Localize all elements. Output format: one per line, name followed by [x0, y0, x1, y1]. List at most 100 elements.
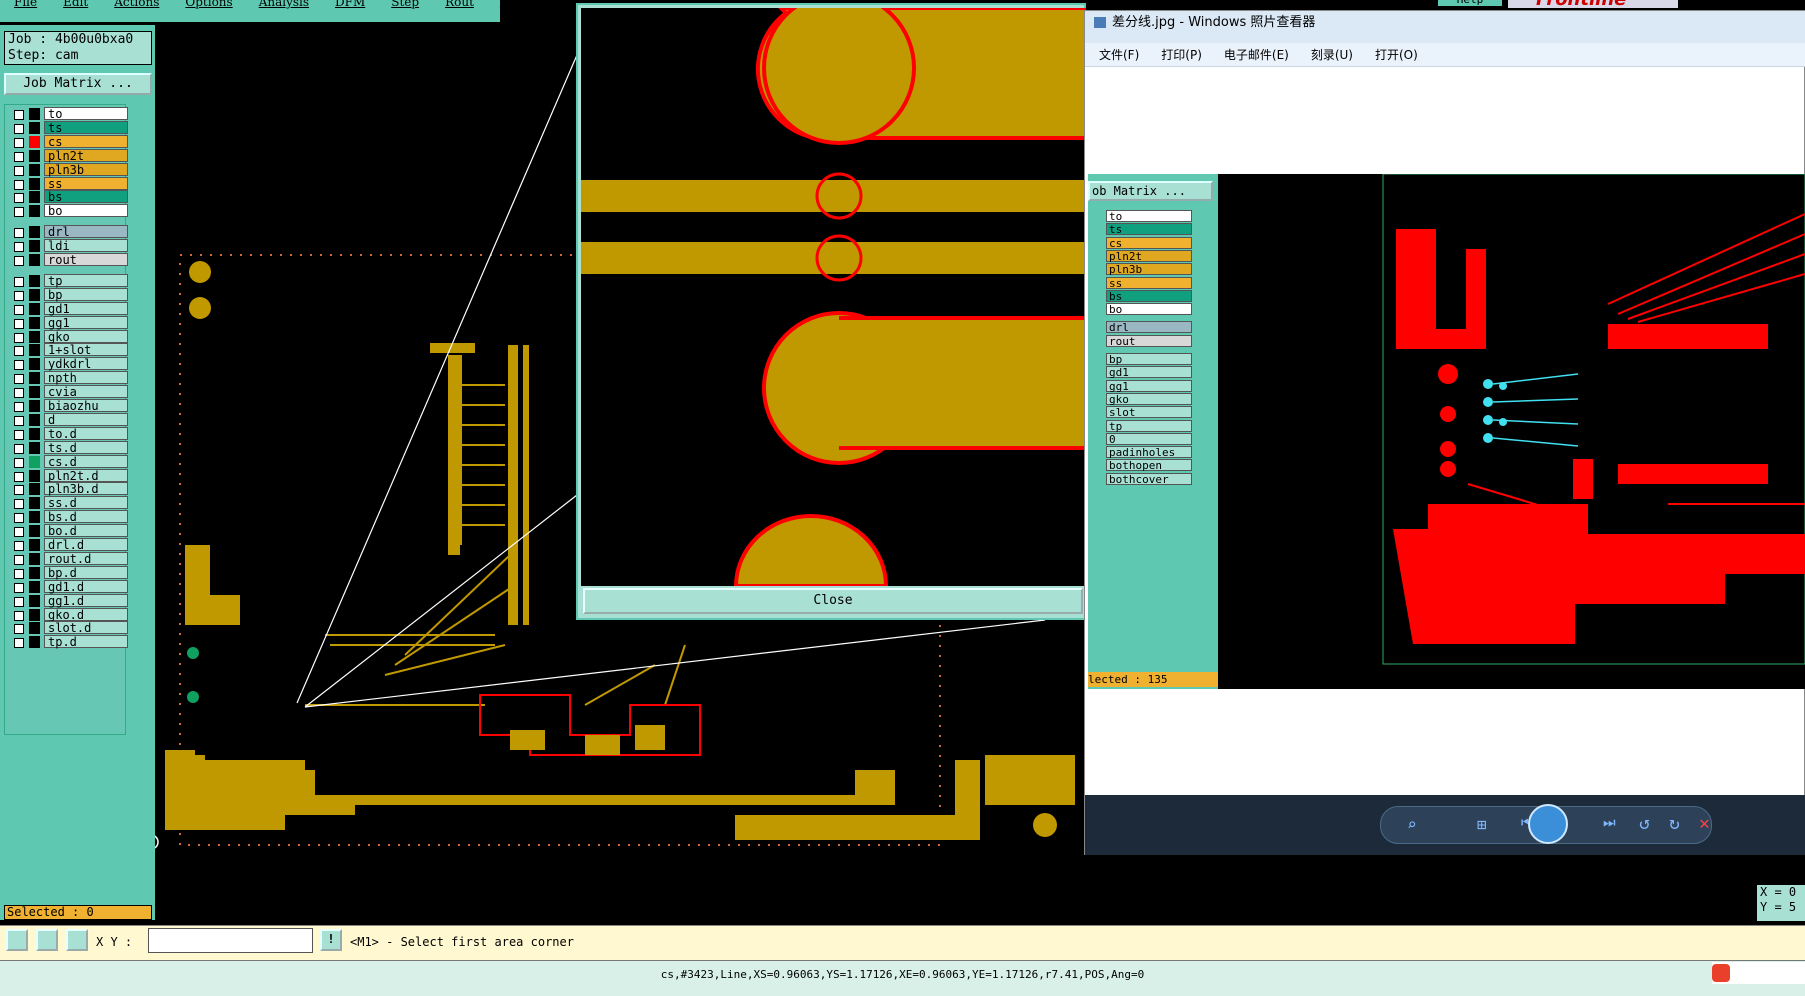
layer-row-npth[interactable]: npth	[9, 371, 129, 385]
menu-step[interactable]: Step	[391, 0, 419, 8]
grid-tool-icon[interactable]	[66, 929, 88, 951]
menu-dfm[interactable]: DFM	[335, 0, 365, 8]
layer-row-gd1.d[interactable]: gd1.d	[9, 579, 129, 594]
next-icon[interactable]: ⏭	[1603, 815, 1616, 831]
menu-windows[interactable]: Windows	[500, 0, 555, 8]
layer-row-ss[interactable]: ss	[9, 176, 129, 191]
menu-edit[interactable]: Edit	[63, 0, 88, 8]
layer-checkbox[interactable]	[14, 360, 24, 371]
layer-name[interactable]: rout.d	[44, 551, 128, 565]
layer-checkbox[interactable]	[14, 123, 24, 134]
layer-row-pln2t.d[interactable]: pln2t.d	[9, 468, 129, 483]
layer-name[interactable]: ts	[44, 120, 128, 134]
layer-checkbox[interactable]	[14, 228, 24, 239]
layer-checkbox[interactable]	[14, 527, 24, 538]
layer-name[interactable]: gko	[44, 329, 128, 343]
menu-help[interactable]: Help	[1438, 0, 1502, 6]
layer-checkbox[interactable]	[14, 193, 24, 204]
layer-row-pln2t[interactable]: pln2t	[9, 148, 129, 163]
layer-row-rout.d[interactable]: rout.d	[9, 551, 129, 566]
layer-row-bs[interactable]: bs	[9, 190, 129, 204]
layer-name[interactable]: tp	[44, 273, 128, 287]
menu-analysis[interactable]: Analysis	[259, 0, 309, 8]
layer-row-gd1[interactable]: gd1	[9, 301, 129, 316]
layer-name[interactable]: bs.d	[44, 510, 128, 524]
layer-row-tp.d[interactable]: tp.d	[9, 635, 129, 649]
layer-checkbox[interactable]	[14, 568, 24, 579]
layer-checkbox[interactable]	[14, 457, 24, 468]
ime-indicator[interactable]	[1712, 962, 1805, 984]
layer-name[interactable]: to	[44, 107, 128, 120]
delete-icon[interactable]: ✕	[1699, 813, 1710, 834]
layer-row-bp.d[interactable]: bp.d	[9, 565, 129, 580]
layer-row-ldi[interactable]: ldi	[9, 239, 129, 253]
layer-checkbox[interactable]	[14, 485, 24, 496]
layer-checkbox[interactable]	[14, 554, 24, 565]
layer-name[interactable]: ts.d	[44, 440, 128, 454]
layer-checkbox[interactable]	[14, 374, 24, 385]
measure-tool-icon[interactable]	[6, 929, 28, 951]
viewer-menu-print[interactable]: 打印(P)	[1161, 43, 1202, 66]
layer-row-cvia[interactable]: cvia	[9, 385, 129, 399]
layer-name[interactable]: cs.d	[44, 454, 128, 468]
viewer-menu-file[interactable]: 文件(F)	[1099, 43, 1139, 66]
layer-row-cs[interactable]: cs	[9, 134, 129, 149]
rotate-right-icon[interactable]: ↻	[1669, 813, 1680, 834]
viewer-menu-email[interactable]: 电子邮件(E)	[1224, 43, 1289, 66]
layer-checkbox[interactable]	[14, 179, 24, 190]
layer-row-bo[interactable]: bo	[9, 204, 129, 218]
layer-name[interactable]: pln2t	[44, 148, 128, 162]
layer-row-gg1[interactable]: gg1	[9, 315, 129, 330]
layer-name[interactable]: drl.d	[44, 538, 128, 551]
slideshow-button[interactable]	[1528, 804, 1568, 844]
close-button[interactable]: Close	[583, 588, 1083, 614]
layer-row-pln3b[interactable]: pln3b	[9, 162, 129, 177]
layer-name[interactable]: bp.d	[44, 565, 128, 579]
layer-name[interactable]: ldi	[44, 239, 128, 253]
layer-checkbox[interactable]	[14, 388, 24, 399]
layer-checkbox[interactable]	[14, 165, 24, 176]
layer-name[interactable]: biaozhu	[44, 399, 128, 412]
layer-name[interactable]: bo	[44, 204, 128, 218]
layer-checkbox[interactable]	[14, 513, 24, 524]
layer-name[interactable]: cs	[44, 134, 128, 148]
rotate-left-icon[interactable]: ↺	[1639, 813, 1650, 834]
layer-name[interactable]: tp.d	[44, 635, 128, 649]
viewer-menu-open[interactable]: 打开(O)	[1375, 43, 1418, 66]
layer-name[interactable]: slot.d	[44, 621, 128, 635]
layer-name[interactable]: ss	[44, 176, 128, 190]
layer-checkbox[interactable]	[14, 110, 24, 120]
layer-name[interactable]: npth	[44, 371, 128, 385]
layer-checkbox[interactable]	[14, 582, 24, 593]
layer-name[interactable]: pln2t.d	[44, 468, 128, 482]
layer-row-1+slot[interactable]: 1+slot	[9, 343, 129, 357]
zoom-view[interactable]	[581, 8, 1086, 586]
layer-checkbox[interactable]	[14, 137, 24, 148]
layer-name[interactable]: bp	[44, 287, 128, 301]
layer-checkbox[interactable]	[14, 429, 24, 440]
layer-checkbox[interactable]	[14, 624, 24, 635]
layer-name[interactable]: bs	[44, 190, 128, 204]
layer-checkbox[interactable]	[14, 415, 24, 426]
layer-checkbox[interactable]	[14, 332, 24, 343]
layer-row-ss.d[interactable]: ss.d	[9, 496, 129, 510]
layer-checkbox[interactable]	[14, 596, 24, 607]
layer-row-pln3b.d[interactable]: pln3b.d	[9, 482, 129, 496]
viewer-menu-burn[interactable]: 刻录(U)	[1311, 43, 1353, 66]
layer-row-tp[interactable]: tp	[9, 273, 129, 288]
layer-name[interactable]: pln3b	[44, 162, 128, 176]
zoom-icon[interactable]: ⌕	[1407, 815, 1417, 834]
layer-name[interactable]: bo.d	[44, 524, 128, 538]
menu-rout[interactable]: Rout	[445, 0, 474, 8]
layer-checkbox[interactable]	[14, 638, 24, 649]
xy-input[interactable]	[148, 928, 313, 953]
layer-checkbox[interactable]	[14, 499, 24, 510]
layer-name[interactable]: pln3b.d	[44, 482, 128, 496]
layer-name[interactable]: gg1	[44, 315, 128, 329]
layer-checkbox[interactable]	[14, 276, 24, 287]
layer-row-d[interactable]: d	[9, 412, 129, 427]
layer-checkbox[interactable]	[14, 256, 24, 266]
layer-name[interactable]: rout	[44, 253, 128, 266]
layer-name[interactable]: gd1	[44, 301, 128, 315]
layer-row-ydkdrl[interactable]: ydkdrl	[9, 357, 129, 371]
